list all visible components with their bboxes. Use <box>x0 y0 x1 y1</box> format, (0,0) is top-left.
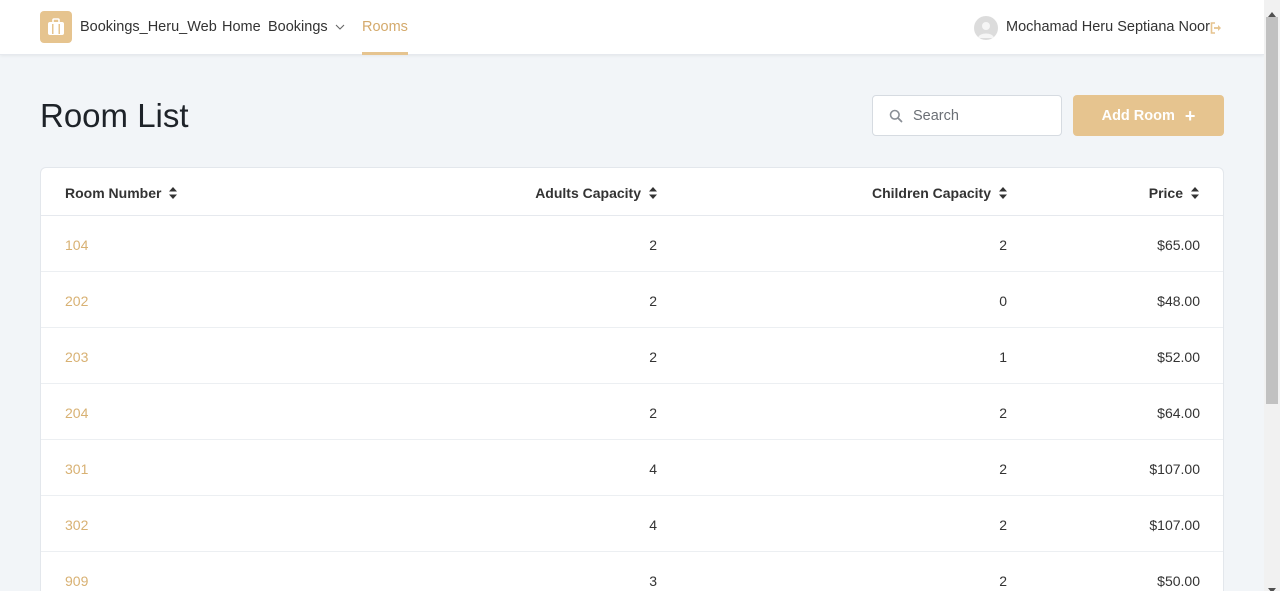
children-capacity: 2 <box>999 237 1007 253</box>
table-row: 204 2 2 $64.00 <box>41 384 1223 440</box>
room-number-link[interactable]: 301 <box>65 461 88 477</box>
header-price-label: Price <box>1148 185 1183 201</box>
header-adults-label: Adults Capacity <box>535 185 641 201</box>
adults-capacity: 3 <box>649 573 657 589</box>
top-navbar: Bookings_Heru_Web Home Bookings Rooms Mo… <box>0 0 1264 55</box>
children-capacity: 2 <box>999 461 1007 477</box>
children-capacity: 2 <box>999 573 1007 589</box>
price: $107.00 <box>1149 517 1200 533</box>
user-avatar-icon[interactable] <box>974 16 998 40</box>
page-title: Room List <box>40 97 189 134</box>
children-capacity: 2 <box>999 517 1007 533</box>
user-name[interactable]: Mochamad Heru Septiana Noor <box>1006 19 1210 35</box>
adults-capacity: 2 <box>649 293 657 309</box>
table-row: 301 4 2 $107.00 <box>41 440 1223 496</box>
plus-icon: + <box>1184 105 1196 126</box>
table-row: 202 2 0 $48.00 <box>41 272 1223 328</box>
room-number-link[interactable]: 104 <box>65 237 88 253</box>
children-capacity: 2 <box>999 405 1007 421</box>
search-box[interactable] <box>872 95 1062 136</box>
room-number-link[interactable]: 203 <box>65 349 88 365</box>
search-input[interactable] <box>913 96 1053 135</box>
nav-rooms[interactable]: Rooms <box>362 0 408 55</box>
children-capacity: 1 <box>999 349 1007 365</box>
price: $65.00 <box>1157 237 1200 253</box>
adults-capacity: 4 <box>649 517 657 533</box>
header-children-label: Children Capacity <box>871 185 991 201</box>
room-number-link[interactable]: 204 <box>65 405 88 421</box>
adults-capacity: 2 <box>649 237 657 253</box>
price: $52.00 <box>1157 349 1200 365</box>
table-header: Room Number Adults Capacity Children Cap… <box>41 168 1223 216</box>
table-row: 909 3 2 $50.00 <box>41 552 1223 591</box>
scrollbar-thumb[interactable] <box>1266 17 1278 404</box>
nav-bookings-label: Bookings <box>268 19 328 35</box>
adults-capacity: 2 <box>649 405 657 421</box>
price: $64.00 <box>1157 405 1200 421</box>
header-price[interactable]: Price <box>1149 185 1199 201</box>
sort-icon <box>1191 187 1199 199</box>
table-row: 104 2 2 $65.00 <box>41 216 1223 272</box>
nav-home[interactable]: Home <box>222 19 261 35</box>
room-table: Room Number Adults Capacity Children Cap… <box>40 167 1224 591</box>
brand-name[interactable]: Bookings_Heru_Web <box>80 19 217 35</box>
adults-capacity: 2 <box>649 349 657 365</box>
sort-icon <box>999 187 1007 199</box>
children-capacity: 0 <box>999 293 1007 309</box>
chevron-down-icon <box>335 24 345 30</box>
nav-bookings[interactable]: Bookings <box>268 19 345 35</box>
room-number-link[interactable]: 202 <box>65 293 88 309</box>
suitcase-icon[interactable] <box>40 11 72 43</box>
vertical-scrollbar[interactable] <box>1264 0 1280 591</box>
sort-icon <box>169 187 178 199</box>
logout-icon[interactable] <box>1209 21 1223 35</box>
add-room-label: Add Room <box>1101 107 1175 124</box>
header-room-number-label: Room Number <box>65 185 162 201</box>
scroll-down-arrow-icon[interactable] <box>1268 580 1276 591</box>
table-row: 203 2 1 $52.00 <box>41 328 1223 384</box>
header-room-number[interactable]: Room Number <box>65 185 178 201</box>
header-children-capacity[interactable]: Children Capacity <box>872 185 1007 201</box>
price: $50.00 <box>1157 573 1200 589</box>
table-row: 302 4 2 $107.00 <box>41 496 1223 552</box>
search-icon <box>889 109 903 128</box>
header-adults-capacity[interactable]: Adults Capacity <box>535 185 657 201</box>
room-number-link[interactable]: 909 <box>65 573 88 589</box>
sort-icon <box>649 187 657 199</box>
room-number-link[interactable]: 302 <box>65 517 88 533</box>
adults-capacity: 4 <box>649 461 657 477</box>
price: $107.00 <box>1149 461 1200 477</box>
add-room-button[interactable]: Add Room + <box>1073 95 1224 136</box>
price: $48.00 <box>1157 293 1200 309</box>
